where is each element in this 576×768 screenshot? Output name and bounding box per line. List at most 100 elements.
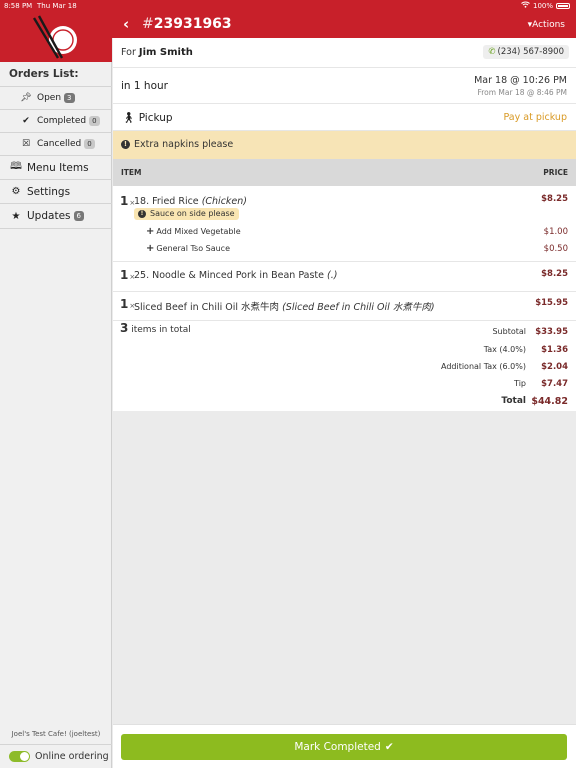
item-qty-value: 1 — [120, 194, 129, 208]
info-exclamation-icon: ! — [138, 210, 146, 218]
items-table-header: ITEM PRICE — [113, 159, 576, 186]
sidebar-item-menu-items[interactable]: 🕮︎ Menu Items — [0, 155, 112, 179]
item-count-value: 3 — [120, 321, 129, 335]
item-name-text: 18. Fried Rice — [134, 196, 199, 207]
item-variant: (Sliced Beef in Chili Oil 水煮牛肉) — [282, 302, 435, 313]
status-bar: 8:58 PM Thu Mar 18 100% — [0, 0, 576, 12]
order-number-hash: # — [142, 16, 154, 32]
checkmark-icon: ✔︎ — [384, 741, 394, 753]
sidebar-item-completed[interactable]: ✔︎ Completed 0 — [0, 109, 112, 132]
item-price: $8.25 — [541, 269, 568, 279]
tip-value: $7.47 — [541, 379, 568, 389]
item-qty-value: 1 — [120, 268, 129, 282]
sidebar: Orders List: 📌︎ Open 3 ✔︎ Completed 0 ☒ … — [0, 0, 112, 768]
order-note-text: Extra napkins please — [134, 139, 234, 150]
tip-label: Tip — [514, 379, 526, 388]
item-note-pill: ! Sauce on side please — [134, 208, 239, 220]
completed-count-badge: 0 — [89, 116, 100, 126]
column-header-price: PRICE — [543, 168, 568, 177]
table-row: 1× Sliced Beef in Chili Oil 水煮牛肉 (Sliced… — [113, 292, 576, 321]
order-number: #23931963 — [142, 16, 232, 32]
cancel-box-icon: ☒ — [21, 139, 31, 149]
modifier-name: Add Mixed Vegetable — [156, 227, 241, 236]
customer-label: For Jim Smith — [121, 47, 193, 58]
battery-icon — [556, 3, 570, 9]
star-icon: ★ — [11, 210, 21, 222]
sidebar-item-open[interactable]: 📌︎ Open 3 — [0, 86, 112, 109]
cafe-name: Joel's Test Cafe! (joeltest) — [11, 730, 101, 738]
sidebar-item-label: Open — [37, 93, 62, 103]
additional-tax-label: Additional Tax (6.0%) — [440, 362, 526, 371]
customer-name: Jim Smith — [138, 47, 193, 58]
wifi-icon — [521, 0, 530, 12]
phone-button[interactable]: ✆ (234) 567-8900 — [483, 45, 569, 59]
tax-label: Tax (4.0%) — [483, 345, 526, 354]
online-ordering-toggle[interactable] — [9, 751, 30, 762]
subtotal-label: Subtotal — [492, 327, 526, 336]
tax-value: $1.36 — [541, 345, 568, 355]
updates-count-badge: 6 — [73, 211, 84, 221]
plus-icon: + — [146, 243, 155, 254]
sidebar-item-updates[interactable]: ★ Updates 6 — [0, 203, 112, 229]
fulfillment-mode: 🚶︎ Pickup — [122, 111, 173, 124]
modifier-price: $1.00 — [543, 227, 568, 237]
item-name: 25. Noodle & Minced Pork in Bean Paste (… — [134, 270, 337, 281]
item-note-text: Sauce on side please — [150, 209, 235, 218]
eta-text: in 1 hour — [121, 80, 168, 92]
cancelled-count-badge: 0 — [84, 139, 95, 149]
modifier-name: General Tso Sauce — [156, 244, 230, 253]
actions-menu[interactable]: ▾Actions — [528, 20, 565, 30]
total-value: $44.82 — [531, 396, 568, 407]
sidebar-item-cancelled[interactable]: ☒ Cancelled 0 — [0, 132, 112, 155]
table-row: 1× 25. Noodle & Minced Pork in Bean Past… — [113, 262, 576, 292]
item-modifier: + General Tso Sauce — [146, 243, 230, 254]
item-name: 18. Fried Rice (Chicken) — [134, 196, 247, 207]
item-modifier: + Add Mixed Vegetable — [146, 226, 241, 237]
item-quantity: 1× — [120, 297, 135, 311]
restaurant-logo-icon — [32, 15, 77, 59]
fulfillment-label: Pickup — [138, 112, 173, 124]
order-note-row: ! Extra napkins please — [113, 131, 576, 159]
back-chevron-icon[interactable]: ‹ — [123, 15, 129, 33]
item-variant: (.) — [327, 270, 338, 281]
customer-row: For Jim Smith ✆ (234) 567-8900 — [113, 38, 576, 68]
item-variant: (Chicken) — [201, 196, 247, 207]
plus-icon: + — [146, 226, 155, 237]
item-count: 3 items in total — [120, 321, 191, 335]
sidebar-item-label: Completed — [37, 116, 87, 126]
item-price: $8.25 — [541, 194, 568, 204]
open-count-badge: 3 — [64, 93, 75, 103]
sidebar-item-settings[interactable]: ⚙︎ Settings — [0, 179, 112, 203]
online-ordering-row: Online ordering — [0, 744, 112, 768]
mark-completed-button[interactable]: Mark Completed ✔︎ — [121, 734, 567, 760]
sidebar-item-label: Menu Items — [27, 161, 89, 174]
item-price: $15.95 — [535, 298, 568, 308]
scheduled-date: Mar 18 @ 10:26 PM — [474, 75, 567, 86]
payment-status: Pay at pickup — [503, 112, 568, 123]
gear-icon: ⚙︎ — [11, 186, 21, 197]
item-name: Sliced Beef in Chili Oil 水煮牛肉 (Sliced Be… — [134, 299, 435, 313]
pin-icon: 📌︎ — [20, 93, 32, 103]
sidebar-item-label: Settings — [27, 185, 71, 198]
order-from-date: From Mar 18 @ 8:46 PM — [477, 88, 567, 97]
item-name-text: 25. Noodle & Minced Pork in Bean Paste — [134, 270, 324, 281]
order-number-value: 23931963 — [153, 16, 232, 32]
total-label: Total — [501, 396, 526, 406]
item-qty-value: 1 — [120, 297, 129, 311]
orders-list-title: Orders List: — [9, 68, 79, 80]
table-row: 1× 18. Fried Rice (Chicken) $8.25 ! Sauce… — [113, 186, 576, 262]
order-header-bar: ‹ #23931963 ▾Actions — [112, 12, 576, 38]
additional-tax-value: $2.04 — [541, 362, 568, 372]
info-exclamation-icon: ! — [121, 140, 130, 149]
battery-percent: 100% — [532, 2, 553, 10]
subtotal-value: $33.95 — [535, 327, 568, 337]
pickup-time-row: in 1 hour Mar 18 @ 10:26 PM From Mar 18 … — [113, 68, 576, 104]
status-date: Thu Mar 18 — [37, 2, 77, 10]
status-right: 100% — [521, 0, 570, 12]
actions-label: Actions — [532, 20, 565, 30]
phone-icon: ✆ — [488, 47, 496, 57]
item-name-text: Sliced Beef in Chili Oil 水煮牛肉 — [134, 302, 280, 313]
item-quantity: 1× — [120, 268, 135, 282]
sidebar-item-label: Cancelled — [37, 139, 82, 149]
bottom-action-bar: Mark Completed ✔︎ — [113, 724, 576, 768]
